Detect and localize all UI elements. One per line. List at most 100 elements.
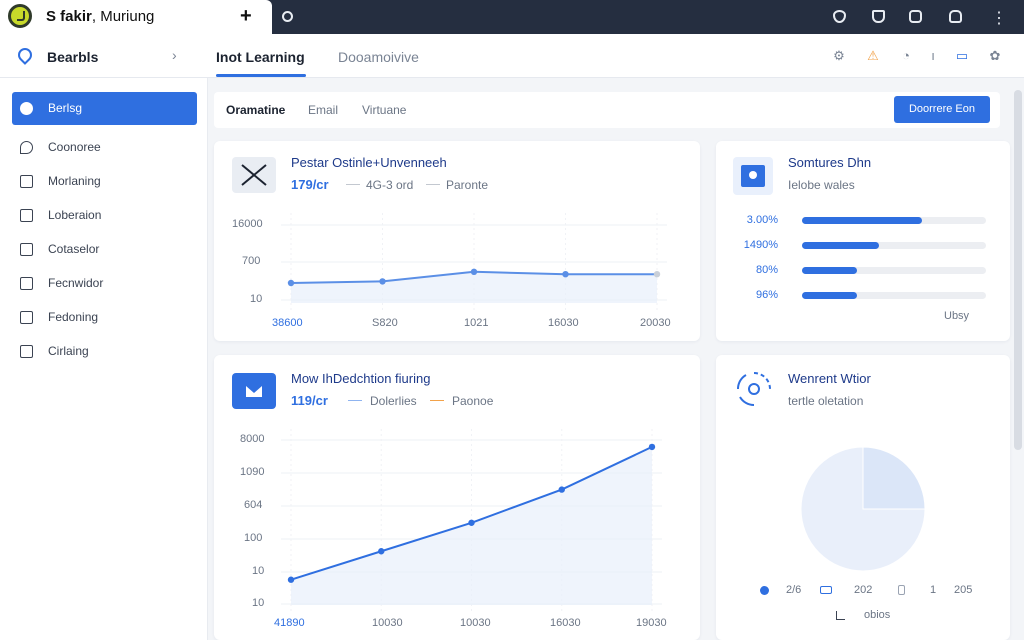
window-icon[interactable]	[909, 10, 922, 23]
scrollbar-thumb[interactable]	[1014, 90, 1022, 450]
app-header: Bearbls › Inot Learning Dooamoivive ⚙ ⚠ …	[0, 34, 1024, 78]
chat-icon	[20, 102, 33, 115]
bar-label: 3.00%	[746, 214, 778, 226]
legend-label: 2/6	[786, 584, 802, 596]
data-point	[470, 268, 478, 275]
card-subtitle: Ielobe wales	[788, 178, 855, 192]
x-tick-label: 10030	[460, 617, 491, 629]
sidebar-item-label: Morlaning	[48, 174, 101, 188]
progress-fill	[802, 242, 880, 249]
primary-action-button[interactable]: Doorrere Eon	[894, 96, 990, 123]
area-fill	[291, 271, 657, 303]
data-point	[468, 519, 475, 526]
sidebar-item-coonoree[interactable]: Coonoree	[12, 131, 197, 164]
bell-icon[interactable]	[949, 10, 962, 23]
card-footer[interactable]: Ubsy	[944, 310, 969, 322]
bar-label: 1490%	[743, 239, 778, 251]
line-chart-top	[281, 213, 667, 311]
window-titlebar: S fakir, Muriung + ⋮	[0, 0, 1024, 34]
progress-fill	[802, 292, 858, 299]
x-tick-label: 1021	[464, 317, 489, 329]
progress-fill	[802, 217, 922, 224]
info-icon[interactable]: ı	[926, 49, 940, 63]
bar-label: 80%	[755, 264, 778, 276]
subtab-bar: Oramatine Email Virtuane	[214, 92, 1000, 128]
sidebar-item-loberaion[interactable]: Loberaion	[12, 199, 197, 232]
shield-icon[interactable]	[872, 10, 885, 23]
progress-fill	[802, 267, 858, 274]
sidebar-item-cotaselor[interactable]: Cotaselor	[12, 233, 197, 266]
sidebar-item-fedoning[interactable]: Fedoning	[12, 301, 197, 334]
chart-card-top: Pestar Ostinle+Unvenneeh 179/cr 4G-3 ord…	[214, 141, 700, 341]
record-icon[interactable]	[282, 11, 293, 22]
x-tick-label: 16030	[550, 617, 581, 629]
legend-file-icon	[898, 585, 905, 595]
nav-tab-documents[interactable]: Dooamoivive	[338, 49, 419, 65]
heart-icon[interactable]	[833, 10, 846, 23]
sidebar-item-label: Loberaion	[48, 208, 102, 222]
sidebar: Berlsg Coonoree Morlaning Loberaion Cota…	[0, 78, 208, 640]
card-title: Somtures Dhn	[788, 155, 872, 170]
document-icon	[20, 175, 33, 188]
legend-label: 202	[854, 584, 873, 596]
pie-card: Wenrent Wtior tertle oletation 2/6 202 1…	[716, 355, 1010, 640]
edit-icon	[20, 311, 33, 324]
subtab-email[interactable]: Email	[308, 103, 338, 117]
sidebar-item-berlsg[interactable]: Berlsg	[12, 92, 197, 125]
apps-icon[interactable]: ✿	[988, 49, 1002, 63]
location-pin-icon	[15, 45, 35, 65]
clock-icon[interactable]: ◔	[899, 49, 913, 63]
settings-icon[interactable]: ⚙	[832, 49, 846, 63]
sidebar-item-cirlaing[interactable]: Cirlaing	[12, 335, 197, 368]
chevron-right-icon[interactable]: ›	[172, 47, 177, 63]
sidebar-item-label: Coonoree	[48, 140, 101, 154]
x-tick-label: 19030	[636, 617, 667, 629]
image-icon	[733, 157, 773, 195]
card-footer[interactable]: obios	[864, 609, 890, 621]
nav-tab-learning[interactable]: Inot Learning	[216, 49, 305, 65]
sidebar-item-label: Cirlaing	[48, 344, 89, 358]
data-point	[378, 548, 385, 555]
chart-card-bottom: Mow IhDedchtion fiuring 119/cr Dolerlies…	[214, 355, 700, 640]
expand-icon[interactable]	[836, 611, 845, 620]
line-chart-bottom	[281, 429, 662, 613]
location-icon	[20, 141, 33, 154]
window-icon	[20, 345, 33, 358]
new-tab-button[interactable]: +	[240, 5, 252, 27]
x-tick-label: 10030	[372, 617, 403, 629]
progress-card: Somtures Dhn Ielobe wales 3.00% 1490% 80…	[716, 141, 1010, 341]
subtab-oramatine[interactable]: Oramatine	[226, 103, 285, 117]
data-point	[558, 486, 565, 493]
monitor-icon[interactable]: ▭	[955, 49, 969, 63]
x-tick-label: S820	[372, 317, 398, 329]
sidebar-item-fecnwidor[interactable]: Fecnwidor	[12, 267, 197, 300]
sidebar-item-label: Cotaselor	[48, 242, 100, 256]
legend-label: 1	[930, 584, 937, 596]
brand-name[interactable]: Bearbls	[47, 49, 98, 65]
legend-dot	[760, 586, 769, 595]
browser-tab[interactable]: S fakir, Muriung +	[0, 0, 272, 34]
subtab-virtuane[interactable]: Virtuane	[362, 103, 406, 117]
bar-label: 96%	[755, 289, 778, 301]
calendar-icon	[20, 277, 33, 290]
data-point	[379, 278, 386, 285]
data-point	[287, 576, 295, 583]
alert-icon[interactable]: ⚠	[866, 49, 880, 63]
list-icon	[20, 209, 33, 222]
sidebar-item-morlaning[interactable]: Morlaning	[12, 165, 197, 198]
x-tick-label: 38600	[272, 317, 303, 329]
sidebar-item-label: Berlsg	[48, 101, 83, 115]
data-point	[287, 279, 295, 287]
nav-active-indicator	[216, 74, 306, 77]
sidebar-item-label: Fedoning	[48, 310, 99, 324]
legend-label: 205	[954, 584, 973, 596]
app-logo-icon	[8, 4, 32, 28]
x-tick-label: 20030	[640, 317, 671, 329]
pie-slice	[862, 446, 926, 510]
x-tick-label: 41890	[274, 617, 305, 629]
data-point	[653, 271, 661, 278]
x-tick-label: 16030	[548, 317, 579, 329]
pie-chart	[800, 446, 926, 572]
more-menu-icon[interactable]: ⋮	[991, 8, 1008, 28]
tab-title: S fakir, Muriung	[46, 8, 155, 25]
